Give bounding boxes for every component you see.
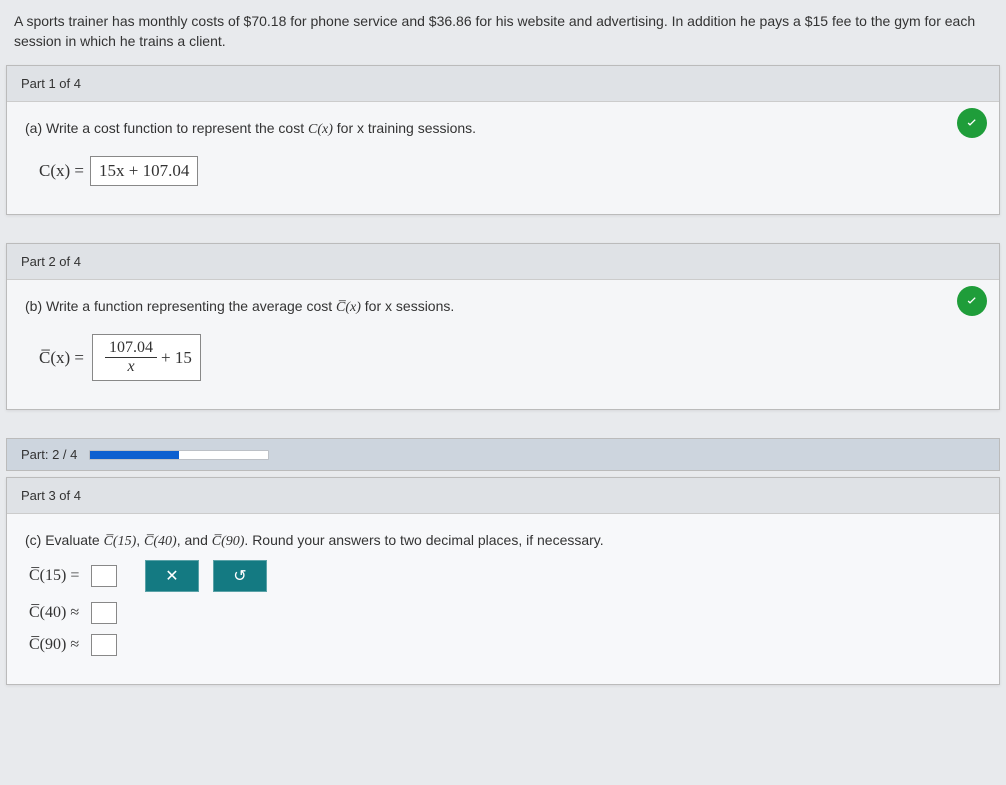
part-3-header-label: Part 3 of 4 [21, 488, 81, 503]
c40-row: C̅(40) ≈ [29, 602, 983, 624]
fraction-numerator: 107.04 [105, 339, 157, 358]
correct-check-icon [957, 108, 987, 138]
undo-button[interactable]: ↺ [213, 560, 267, 592]
fraction-denominator: x [123, 358, 138, 376]
c40-label: C̅(40) ≈ [29, 604, 91, 622]
part-1-box: Part 1 of 4 (a) Write a cost function to… [6, 65, 1000, 215]
c15-label: C̅(15) = [29, 567, 91, 585]
c15-row: C̅(15) = ✕ ↺ [29, 560, 983, 592]
clear-button[interactable]: ✕ [145, 560, 199, 592]
close-icon: ✕ [165, 566, 178, 586]
part-1-header: Part 1 of 4 [7, 66, 999, 102]
part-1-header-label: Part 1 of 4 [21, 76, 81, 91]
part-3-e3: C̅(90) [212, 534, 245, 549]
part-3-prompt-post: . Round your answers to two decimal plac… [244, 532, 603, 548]
progress-label: Part: 2 / 4 [21, 447, 77, 462]
part-1-answer-box[interactable]: 15x + 107.04 [90, 156, 198, 186]
c15-input[interactable] [91, 565, 117, 587]
correct-check-icon [957, 286, 987, 316]
part-3-prompt-pre: (c) Evaluate [25, 532, 104, 548]
problem-statement: A sports trainer has monthly costs of $7… [6, 8, 1000, 65]
part-2-header-label: Part 2 of 4 [21, 254, 81, 269]
part-1-lhs: C(x) = [39, 161, 84, 181]
part-3-prompt: (c) Evaluate C̅(15), C̅(40), and C̅(90).… [25, 532, 983, 550]
part-2-answer-tail: + 15 [161, 348, 192, 368]
undo-icon: ↺ [233, 566, 246, 586]
c90-row: C̅(90) ≈ [29, 634, 983, 656]
part-1-prompt-pre: (a) Write a cost function to represent t… [25, 120, 308, 136]
part-2-header: Part 2 of 4 [7, 244, 999, 280]
part-3-header: Part 3 of 4 [7, 478, 999, 514]
part-2-box: Part 2 of 4 (b) Write a function represe… [6, 243, 1000, 410]
part-2-fn: C̅(x) [336, 300, 361, 315]
c40-input[interactable] [91, 602, 117, 624]
part-1-prompt-post: for x training sessions. [333, 120, 476, 136]
part-1-answer: 15x + 107.04 [99, 161, 189, 181]
progress-bar [89, 450, 269, 460]
part-2-answer-box[interactable]: 107.04 x + 15 [92, 334, 201, 381]
part-3-eand: , and [177, 532, 212, 548]
part-2-prompt: (b) Write a function representing the av… [25, 298, 983, 316]
part-1-prompt: (a) Write a cost function to represent t… [25, 120, 983, 138]
progress-fill [90, 451, 179, 459]
part-2-prompt-post: for x sessions. [361, 298, 454, 314]
part-3-box: Part 3 of 4 (c) Evaluate C̅(15), C̅(40),… [6, 477, 1000, 685]
part-2-lhs: C̅(x) = [39, 348, 84, 368]
fraction: 107.04 x [105, 339, 157, 376]
part-2-prompt-pre: (b) Write a function representing the av… [25, 298, 336, 314]
c90-input[interactable] [91, 634, 117, 656]
part-3-e2: C̅(40) [144, 534, 177, 549]
progress-row: Part: 2 / 4 [6, 438, 1000, 471]
part-1-fn: C(x) [308, 122, 333, 137]
part-3-e1: C̅(15) [104, 534, 137, 549]
c90-label: C̅(90) ≈ [29, 636, 91, 654]
